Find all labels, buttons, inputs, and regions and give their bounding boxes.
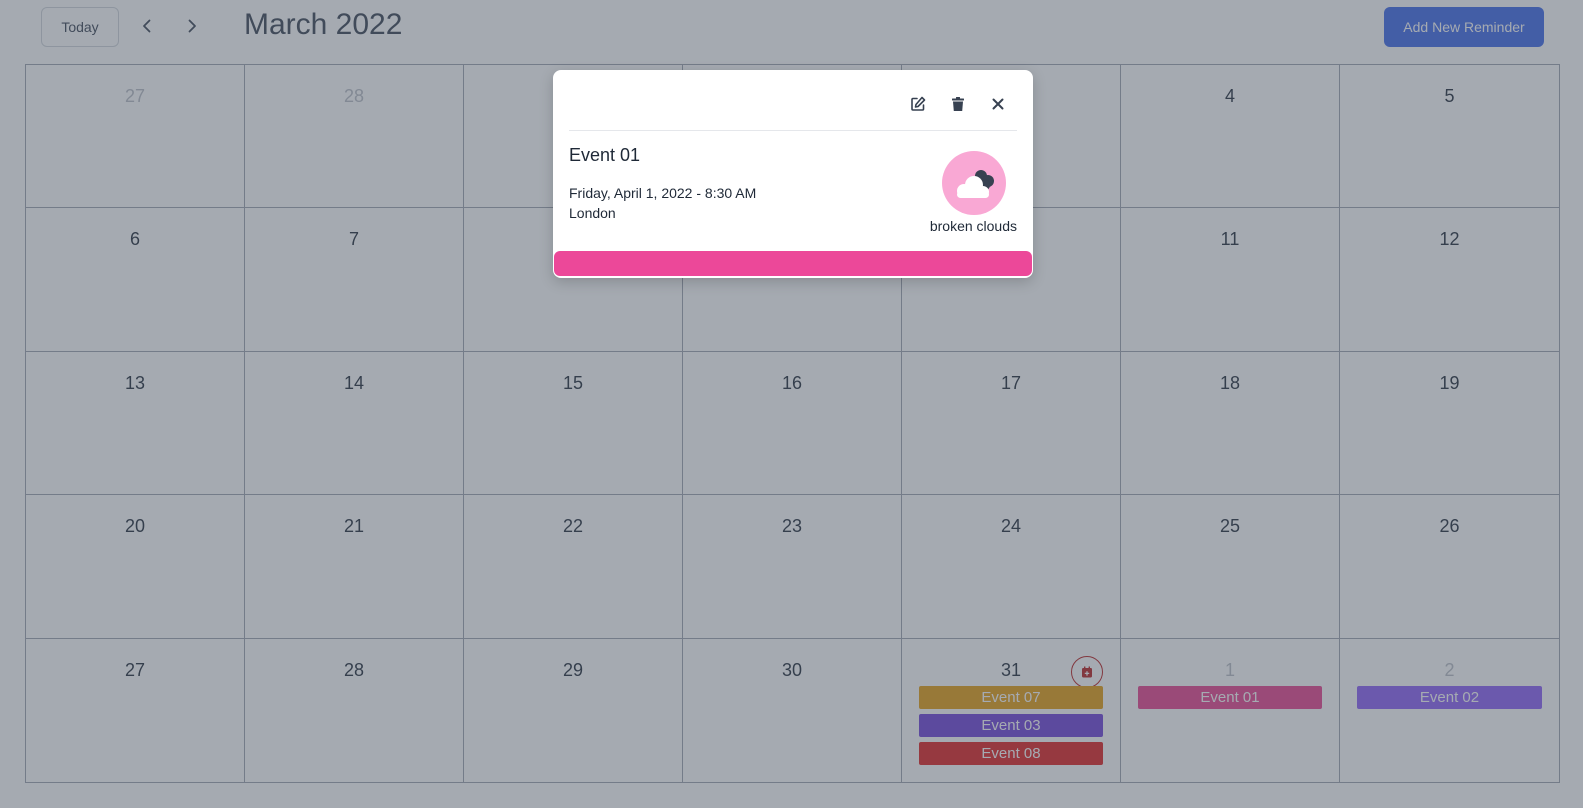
broken-clouds-icon (957, 170, 994, 198)
event-color-bar (554, 251, 1032, 276)
close-button[interactable] (987, 93, 1009, 115)
modal-header (569, 70, 1017, 131)
event-city: London (569, 205, 616, 221)
event-title: Event 01 (569, 145, 641, 165)
event-datetime: Friday, April 1, 2022 - 8:30 AM (569, 185, 757, 201)
weather-badge (942, 151, 1006, 215)
trash-icon (952, 97, 964, 111)
edit-button[interactable] (907, 93, 929, 115)
edit-icon (911, 96, 926, 111)
event-detail-modal: Event 01 Friday, April 1, 2022 - 8:30 AM… (553, 70, 1033, 278)
weather-description: broken clouds (929, 218, 1017, 234)
close-icon (992, 98, 1004, 110)
delete-button[interactable] (947, 93, 969, 115)
